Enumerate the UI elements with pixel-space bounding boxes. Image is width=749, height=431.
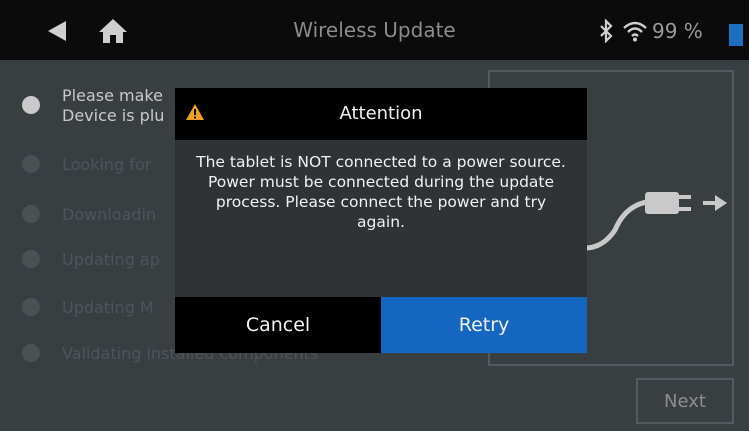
step-bullet [22,344,40,362]
step-bullet [22,96,40,114]
cancel-button[interactable]: Cancel [175,297,381,353]
battery-percent: 99 % [652,19,703,43]
step-label: Updating M [62,298,154,317]
step-label: Downloadin [62,205,157,224]
battery-icon [729,24,743,46]
bluetooth-icon [600,19,613,43]
step-label-line2: Device is plu [62,106,165,125]
retry-button[interactable]: Retry [381,297,587,353]
step-label: Please make [62,86,163,105]
step-bullet [22,250,40,268]
screen: Wireless Update 99 % Please make Device … [0,0,749,431]
attention-dialog: Attention The tablet is NOT connected to… [175,88,587,353]
dialog-title: Attention [339,103,423,124]
step-bullet [22,205,40,223]
power-plug-icon [585,192,727,251]
step-label: Updating ap [62,250,160,269]
dialog-header: Attention [175,88,587,140]
next-button[interactable]: Next [636,378,734,424]
step-label: Looking for [62,155,152,174]
dialog-message: The tablet is NOT connected to a power s… [196,153,566,231]
step-bullet [22,298,40,316]
top-bar: Wireless Update 99 % [0,0,749,60]
status-area: 99 % [598,18,703,44]
wifi-icon [623,21,647,42]
step-bullet [22,155,40,173]
